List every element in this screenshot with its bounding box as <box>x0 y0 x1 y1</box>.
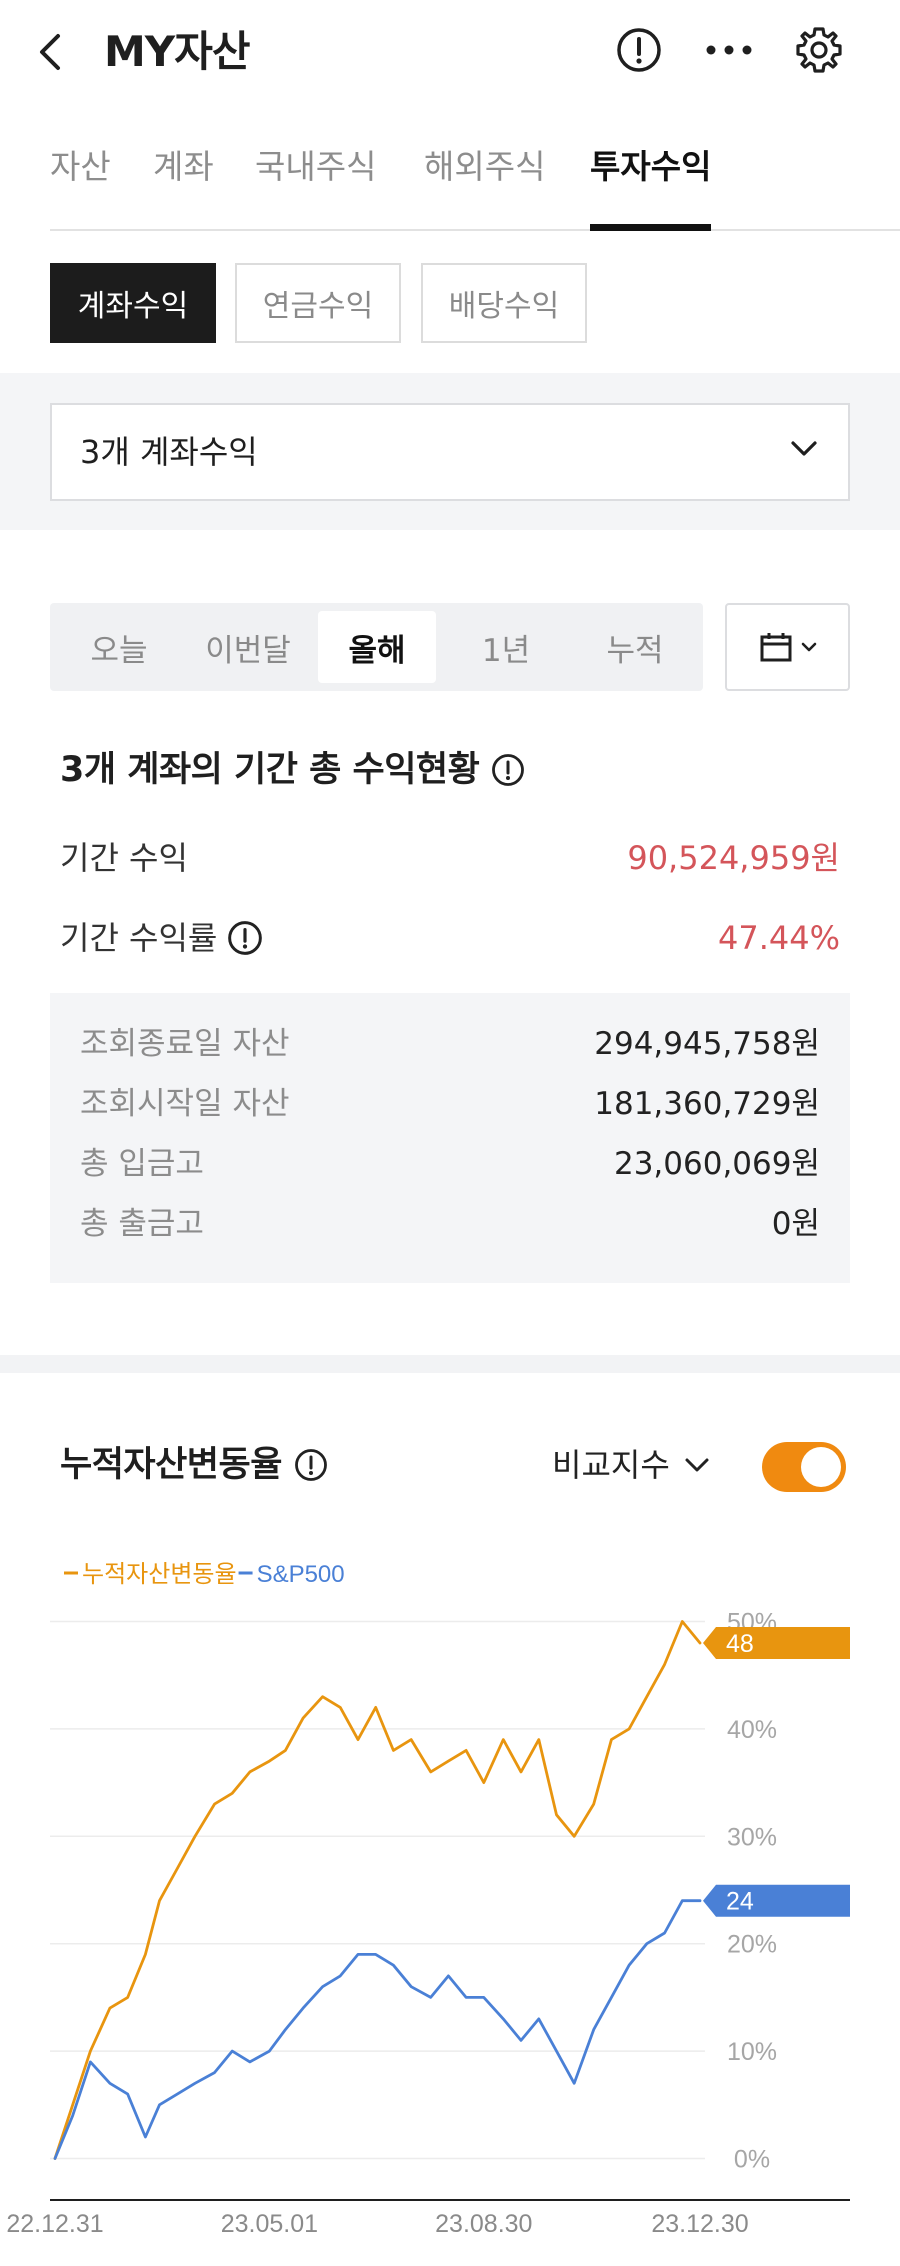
subtab-dividend-returns[interactable]: 배당수익 <box>421 263 587 343</box>
app-header: MY자산 <box>0 0 900 100</box>
chart-legend: 누적자산변동율 S&P500 <box>64 1561 345 1588</box>
x-tick-label: 22.12.31 <box>6 2210 103 2238</box>
info-circle-icon <box>617 28 661 72</box>
start-date-asset-label: 조회시작일 자산 <box>80 1086 290 1122</box>
asset-detail-box: 조회종료일 자산 294,945,758원 조회시작일 자산 181,360,7… <box>50 993 850 1283</box>
compare-index-label: 비교지수 <box>552 1446 670 1484</box>
end-date-asset-value: 294,945,758원 <box>594 1026 820 1062</box>
account-select[interactable]: 3개 계좌수익 <box>50 403 850 501</box>
series-line-0 <box>53 1620 702 2160</box>
end-value-label: 24 <box>726 1888 754 1916</box>
y-tick-label: 30% <box>727 1823 777 1851</box>
period-selector: 오늘 이번달 올해 1년 누적 <box>50 603 703 691</box>
settings-button[interactable] <box>791 22 847 78</box>
series-line-1 <box>53 1899 702 2160</box>
x-tick-label: 23.05.01 <box>221 2210 318 2238</box>
active-tab-indicator <box>590 224 711 231</box>
chart-x-ticks: 22.12.31 23.05.01 23.08.30 23.12.30 <box>6 2210 748 2238</box>
period-profit-value: 90,524,959원 <box>627 839 840 877</box>
compare-index-dropdown[interactable]: 비교지수 <box>552 1442 710 1488</box>
chevron-down-icon <box>801 642 816 652</box>
end-value-label: 48 <box>726 1630 754 1658</box>
calendar-icon <box>760 633 791 662</box>
total-withdrawal-label: 총 출금고 <box>80 1206 204 1242</box>
x-tick-label: 23.08.30 <box>435 2210 532 2238</box>
chevron-down-icon <box>685 1458 709 1472</box>
tab-domestic-stocks[interactable]: 국내주식 <box>255 142 376 192</box>
period-rate-label: 기간 수익률 <box>60 915 263 961</box>
period-rate-value: 47.44% <box>717 919 840 957</box>
period-rate-label-text: 기간 수익률 <box>60 919 218 957</box>
start-date-asset-value: 181,360,729원 <box>594 1086 820 1122</box>
info-circle-icon[interactable] <box>491 753 525 787</box>
page-title: MY자산 <box>104 27 250 76</box>
period-one-year[interactable]: 1년 <box>447 611 565 683</box>
compare-index-toggle[interactable] <box>762 1442 846 1492</box>
info-button[interactable] <box>611 22 667 78</box>
chevron-left-icon <box>40 34 60 70</box>
legend-item-sp500: S&P500 <box>257 1561 345 1588</box>
y-tick-label: 20% <box>727 1931 777 1959</box>
tab-assets[interactable]: 자산 <box>50 142 111 192</box>
period-this-year[interactable]: 올해 <box>318 611 436 683</box>
more-button[interactable] <box>701 22 757 78</box>
gear-icon <box>796 27 842 73</box>
period-this-month[interactable]: 이번달 <box>189 611 307 683</box>
account-select-value: 3개 계좌수익 <box>80 433 258 471</box>
chart-title-text: 누적자산변동율 <box>60 1445 282 1485</box>
total-deposit-label: 총 입금고 <box>80 1146 204 1182</box>
info-circle-icon[interactable] <box>294 1448 328 1482</box>
subtab-pension-returns[interactable]: 연금수익 <box>235 263 401 343</box>
section-divider <box>0 1355 900 1373</box>
y-tick-label: 10% <box>727 2038 777 2066</box>
y-tick-label: 0% <box>734 2146 770 2174</box>
end-date-asset-label: 조회종료일 자산 <box>80 1026 290 1062</box>
y-tick-label: 40% <box>727 1716 777 1744</box>
cumulative-asset-chart: 누적자산변동율 S&P500 0%10%20%30%40%50% 22.12.3… <box>6 1561 850 2238</box>
chevron-down-icon <box>791 441 817 456</box>
summary-title-text: 3개 계좌의 기간 총 수익현황 <box>60 750 480 790</box>
calendar-button[interactable] <box>725 603 850 691</box>
tab-overseas-stocks[interactable]: 해외주식 <box>424 142 545 192</box>
subtab-account-returns[interactable]: 계좌수익 <box>50 263 216 343</box>
tab-accounts[interactable]: 계좌 <box>153 142 214 192</box>
period-cumulative[interactable]: 누적 <box>576 611 694 683</box>
summary-title: 3개 계좌의 기간 총 수익현황 <box>60 745 525 795</box>
x-tick-label: 23.12.30 <box>651 2210 748 2238</box>
info-circle-icon[interactable] <box>227 920 263 956</box>
more-icon <box>706 45 752 55</box>
toggle-knob <box>801 1447 841 1487</box>
chart-end-labels: 48 24 <box>703 1626 850 1917</box>
chart-title: 누적자산변동율 <box>60 1440 328 1490</box>
period-profit-label: 기간 수익 <box>60 835 188 881</box>
period-today[interactable]: 오늘 <box>60 611 178 683</box>
total-deposit-value: 23,060,069원 <box>613 1146 820 1182</box>
total-withdrawal-value: 0원 <box>771 1206 820 1242</box>
period-profit-label-text: 기간 수익 <box>60 839 188 877</box>
main-tab-bar: 자산 계좌 국내주식 해외주식 투자수익 <box>50 136 900 231</box>
back-button[interactable] <box>38 22 88 82</box>
chart-series <box>53 1620 702 2160</box>
tab-investment-returns[interactable]: 투자수익 <box>590 142 711 192</box>
legend-item-asset: 누적자산변동율 <box>82 1561 237 1588</box>
